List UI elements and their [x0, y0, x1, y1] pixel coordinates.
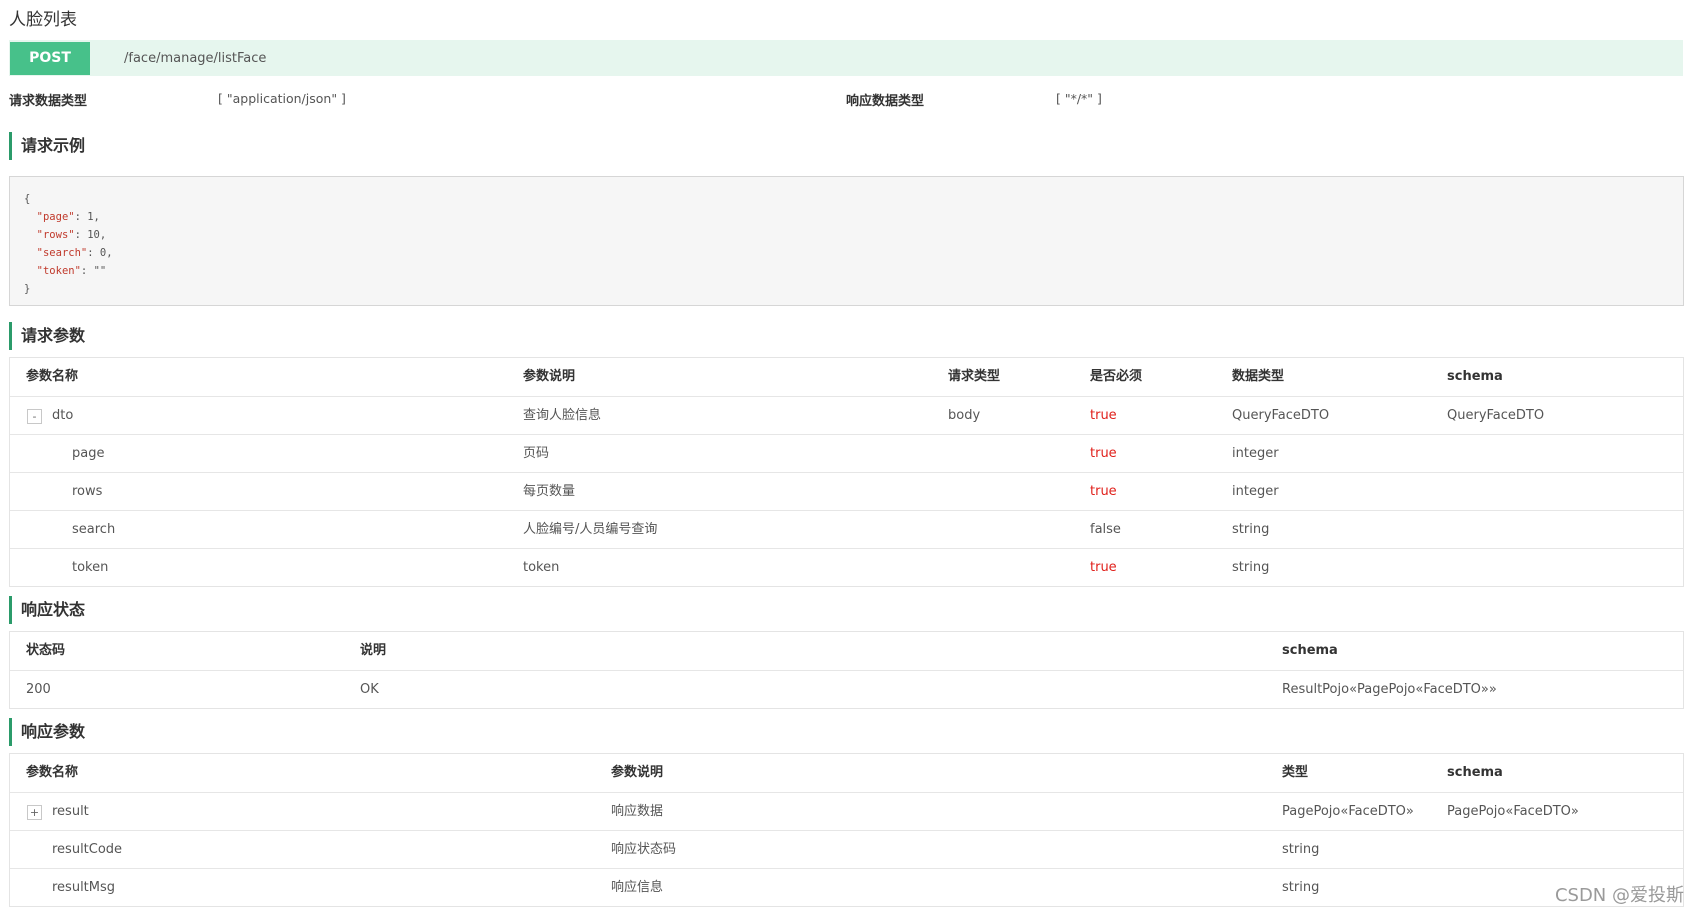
column-header: 说明	[360, 643, 387, 658]
column-header: schema	[1447, 369, 1503, 384]
request-example-code: { "page": 1, "rows": 10, "search": 0, "t…	[9, 176, 1684, 306]
param-schema: PagePojo«FaceDTO»	[1447, 804, 1579, 819]
column-header: 参数名称	[26, 765, 79, 780]
param-name: resultCode	[52, 842, 123, 857]
column-header: 参数说明	[611, 765, 664, 780]
param-name: resultMsg	[52, 880, 116, 895]
table-row: - dto 查询人脸信息 body true QueryFaceDTO QueryFaceD…	[10, 396, 1683, 434]
code-line: "search": 0,	[24, 244, 1669, 262]
section-title-response-status: 响应状态	[9, 596, 85, 624]
table-header-row: 状态码 说明 schema	[10, 632, 1683, 670]
section-title-response-params: 响应参数	[9, 718, 85, 746]
table-header-row: 参数名称 参数说明 类型 schema	[10, 754, 1683, 792]
code-key: "token"	[36, 265, 81, 277]
param-name: search	[72, 522, 116, 537]
response-mime-label: 响应数据类型	[846, 94, 925, 109]
param-type: PagePojo«FaceDTO»	[1282, 804, 1414, 819]
response-params-table: 参数名称 参数说明 类型 schema + result 响应数据 PagePojo«Face…	[9, 753, 1684, 907]
param-type: string	[1282, 880, 1320, 895]
table-row: search 人脸编号/人员编号查询 false string	[10, 510, 1683, 548]
code-line: "token": ""	[24, 262, 1669, 280]
param-type: integer	[1232, 446, 1279, 461]
expand-toggle-icon[interactable]: -	[27, 409, 42, 424]
table-row: resultMsg 响应信息 string	[10, 868, 1683, 906]
table-row: + result 响应数据 PagePojo«FaceDTO» PagePojo«Fac…	[10, 792, 1683, 830]
request-mime-value: [ "application/json" ]	[218, 91, 346, 106]
status-schema: ResultPojo«PagePojo«FaceDTO»»	[1282, 682, 1497, 697]
watermark: CSDN @爱投斯	[1554, 885, 1684, 906]
param-desc: 查询人脸信息	[523, 408, 602, 423]
table-row: page 页码 true integer	[10, 434, 1683, 472]
code-value: : ""	[80, 265, 107, 277]
column-header: 参数名称	[26, 369, 79, 384]
param-required: true	[1090, 446, 1117, 461]
code-value: : 0,	[87, 247, 113, 259]
column-header: schema	[1447, 765, 1503, 780]
section-title-request-example: 请求示例	[9, 132, 85, 160]
param-type: integer	[1232, 484, 1279, 499]
method-badge: POST	[10, 41, 90, 75]
param-required: false	[1090, 522, 1121, 537]
param-name: page	[72, 446, 105, 461]
table-row: token token true string	[10, 548, 1683, 586]
expand-toggle-icon[interactable]: +	[27, 805, 42, 820]
param-desc: 响应信息	[611, 880, 664, 895]
column-header: 参数说明	[523, 369, 576, 384]
table-row: 200 OK ResultPojo«PagePojo«FaceDTO»»	[10, 670, 1683, 708]
param-name: dto	[52, 408, 74, 423]
param-name: token	[72, 560, 109, 575]
code-line: }	[24, 280, 1669, 298]
param-in: body	[948, 408, 981, 423]
status-code: 200	[26, 682, 51, 697]
table-row: resultCode 响应状态码 string	[10, 830, 1683, 868]
column-header: 是否必须	[1090, 369, 1143, 384]
code-line: {	[24, 190, 1669, 208]
param-required: true	[1090, 408, 1117, 423]
column-header: schema	[1282, 643, 1338, 658]
column-header: 数据类型	[1232, 369, 1285, 384]
param-desc: 人脸编号/人员编号查询	[523, 522, 658, 537]
code-key: "rows"	[36, 229, 75, 241]
endpoint-bar[interactable]: POST /face/manage/listFace	[9, 40, 1683, 76]
code-key: "page"	[36, 211, 75, 223]
code-line: "page": 1,	[24, 208, 1669, 226]
table-row: rows 每页数量 true integer	[10, 472, 1683, 510]
column-header: 类型	[1282, 765, 1309, 780]
param-type: QueryFaceDTO	[1232, 408, 1330, 423]
code-value: : 10,	[74, 229, 107, 241]
code-value: {	[24, 193, 31, 205]
param-desc: 页码	[523, 446, 550, 461]
param-name: result	[52, 804, 89, 819]
code-value: }	[24, 283, 31, 295]
status-desc: OK	[360, 682, 379, 697]
request-mime-label: 请求数据类型	[9, 94, 88, 109]
param-desc: token	[523, 560, 560, 575]
param-type: string	[1232, 522, 1270, 537]
code-value: : 1,	[74, 211, 100, 223]
param-desc: 响应数据	[611, 804, 664, 819]
param-schema: QueryFaceDTO	[1447, 408, 1545, 423]
code-key: "search"	[36, 247, 88, 259]
param-required: true	[1090, 560, 1117, 575]
code-line: "rows": 10,	[24, 226, 1669, 244]
section-title-request-params: 请求参数	[9, 322, 85, 350]
param-desc: 每页数量	[523, 484, 576, 499]
page-title: 人脸列表	[9, 10, 77, 30]
column-header: 请求类型	[948, 369, 1001, 384]
column-header: 状态码	[26, 643, 66, 658]
param-type: string	[1232, 560, 1270, 575]
endpoint-path: /face/manage/listFace	[124, 50, 267, 66]
param-required: true	[1090, 484, 1117, 499]
response-status-table: 状态码 说明 schema 200 OK ResultPojo«PagePojo«Face…	[9, 631, 1684, 709]
table-header-row: 参数名称 参数说明 请求类型 是否必须 数据类型 schema	[10, 358, 1683, 396]
request-params-table: 参数名称 参数说明 请求类型 是否必须 数据类型 schema - dto 查询人脸信息 body…	[9, 357, 1684, 587]
param-name: rows	[72, 484, 103, 499]
param-desc: 响应状态码	[611, 842, 677, 857]
param-type: string	[1282, 842, 1320, 857]
response-mime-value: [ "*/*" ]	[1056, 91, 1102, 106]
